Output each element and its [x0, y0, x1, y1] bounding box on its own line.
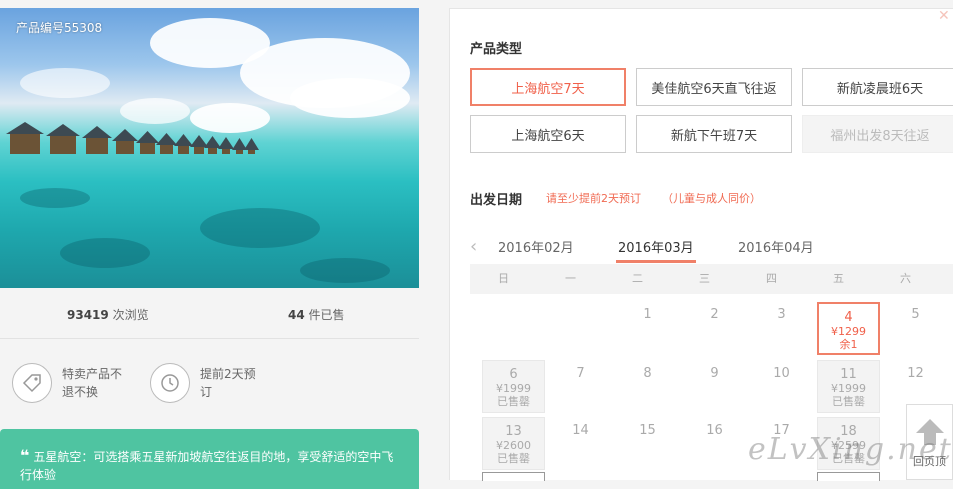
day-cell: 9 — [710, 366, 719, 381]
weekday-sun: 日 — [498, 272, 509, 285]
type-option-1[interactable]: 上海航空7天 — [470, 68, 626, 106]
weekday-thu: 四 — [766, 272, 777, 285]
month-tab-2[interactable]: 2016年03月 — [618, 237, 694, 256]
arrow-up-icon — [915, 419, 944, 433]
month-tab-1[interactable]: 2016年02月 — [498, 237, 574, 256]
day-cell-available[interactable]: 4 ¥1299 余1 — [817, 302, 880, 355]
clock-history-icon — [150, 363, 190, 403]
day-cell: 3 — [777, 307, 786, 322]
weekday-header: 日 一 二 三 四 五 六 — [470, 264, 953, 294]
product-code: 产品编号55308 — [16, 21, 103, 35]
stats-divider — [0, 338, 419, 339]
site-watermark: eLvXing.net — [748, 432, 953, 467]
active-month-indicator — [616, 260, 696, 263]
day-cell-sold-out: 11 ¥1999 已售罄 — [817, 360, 880, 413]
weekday-wed: 三 — [699, 272, 710, 285]
day-cell-sold-out: 13 ¥2600 已售罄 — [482, 417, 545, 470]
close-icon[interactable]: ✕ — [938, 8, 953, 24]
day-cell: 15 — [639, 423, 656, 438]
type-option-5[interactable]: 新航下午班7天 — [636, 115, 792, 153]
day-cell: 10 — [773, 366, 790, 381]
weekday-tue: 二 — [632, 272, 643, 285]
departure-date-title: 出发日期 — [470, 193, 523, 208]
type-option-4[interactable]: 上海航空6天 — [470, 115, 626, 153]
booking-panel: 产品类型 上海航空7天 美佳航空6天直飞往返 新航凌晨班6天 上海航空6天 新航… — [449, 8, 953, 481]
day-cell: 14 — [572, 423, 589, 438]
advance-hint: 请至少提前2天预订 — [546, 192, 641, 205]
tag-icon — [12, 363, 52, 403]
day-cell: 5 — [911, 307, 920, 322]
child-price-hint: （儿童与成人同价） — [662, 192, 761, 205]
day-cell: 2 — [710, 307, 719, 322]
type-option-2[interactable]: 美佳航空6天直飞往返 — [636, 68, 792, 106]
airline-note: ❝ 五星航空：可选搭乘五星新加坡航空往返目的地，享受舒适的空中飞行体验 — [0, 429, 419, 489]
type-option-6: 福州出发8天往返 — [802, 115, 953, 153]
product-photo: 产品编号55308 — [0, 8, 419, 288]
weekday-sat: 六 — [900, 272, 911, 285]
month-selector: ‹ 2016年02月 2016年03月 2016年04月 — [450, 236, 953, 266]
day-cell: 16 — [706, 423, 723, 438]
feature-no-refund: 特卖产品不退不换 — [12, 363, 128, 403]
product-summary: 产品编号55308 93419 次浏览 44 件已售 特卖产品不退不换 提前2天… — [0, 8, 419, 489]
day-cell: 1 — [643, 307, 652, 322]
day-cell-sold-out: 6 ¥1999 已售罄 — [482, 360, 545, 413]
chevron-left-icon[interactable]: ‹ — [470, 236, 477, 257]
day-cell: 7 — [576, 366, 585, 381]
day-cell: 8 — [643, 366, 652, 381]
view-count: 93419 次浏览 — [67, 308, 149, 322]
quote-icon: ❝ — [20, 446, 30, 465]
feature-advance-booking: 提前2天预订 — [150, 363, 266, 403]
sold-count: 44 件已售 — [288, 308, 345, 322]
water-villas — [0, 114, 270, 154]
weekday-fri: 五 — [833, 272, 844, 285]
month-tab-3[interactable]: 2016年04月 — [738, 237, 814, 256]
weekday-mon: 一 — [565, 272, 576, 285]
product-type-title: 产品类型 — [470, 42, 523, 57]
type-option-3[interactable]: 新航凌晨班6天 — [802, 68, 953, 106]
